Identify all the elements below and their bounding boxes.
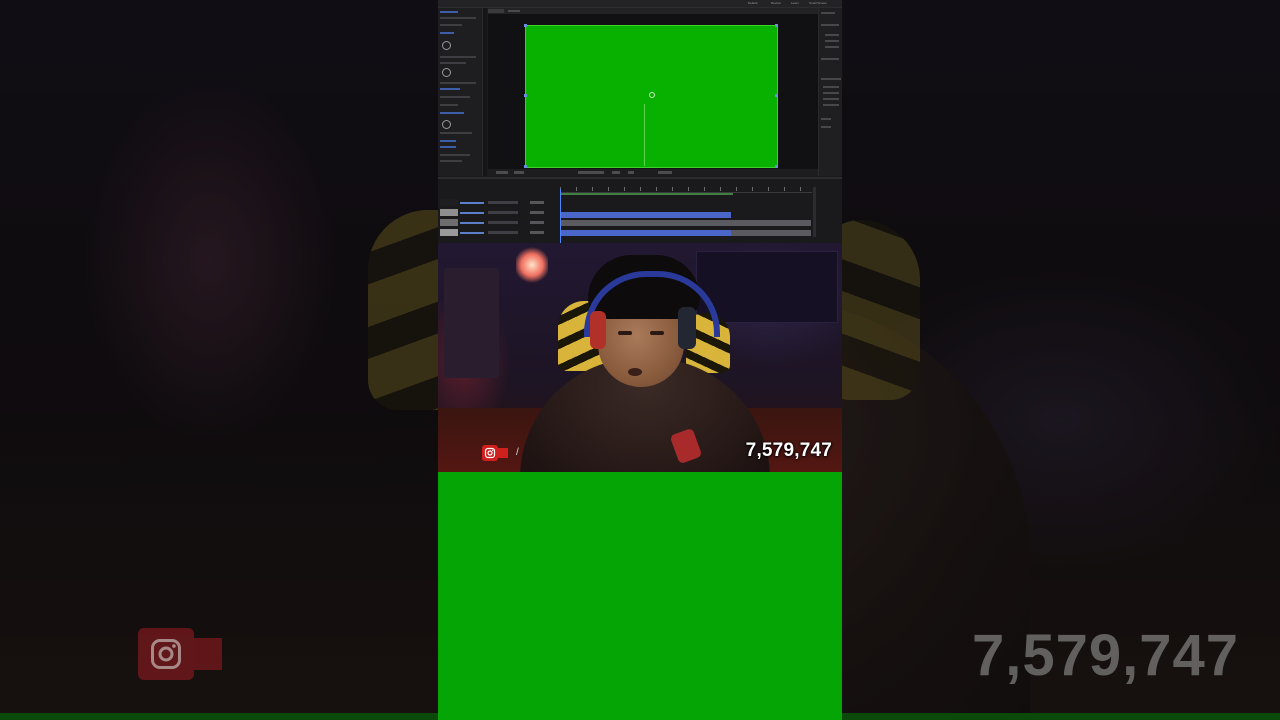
ruler-tick bbox=[608, 187, 609, 191]
room-monitor bbox=[696, 251, 838, 323]
dial-icon bbox=[442, 120, 451, 129]
layer-list[interactable] bbox=[438, 183, 558, 243]
ruler-tick bbox=[720, 187, 721, 191]
bounding-handle[interactable] bbox=[524, 165, 527, 168]
instagram-badge bbox=[482, 445, 498, 461]
handle-slash: / bbox=[516, 447, 519, 458]
composition-viewer[interactable] bbox=[488, 14, 818, 169]
instagram-badge-tail bbox=[498, 448, 508, 458]
layer-bar[interactable] bbox=[731, 230, 811, 236]
properties-panel bbox=[818, 8, 842, 176]
lamp-glow bbox=[516, 247, 548, 283]
layer-bar[interactable] bbox=[561, 212, 731, 218]
background-instagram-icon bbox=[138, 628, 194, 680]
ruler-tick bbox=[640, 187, 641, 191]
green-screen-area bbox=[438, 472, 842, 720]
headset-cup-left bbox=[590, 311, 606, 349]
bounding-handle[interactable] bbox=[775, 24, 778, 27]
layer-row[interactable] bbox=[438, 199, 558, 207]
ruler-tick bbox=[688, 187, 689, 191]
headset-cup-right bbox=[678, 307, 696, 349]
ruler-tick bbox=[736, 187, 737, 191]
layer-bar[interactable] bbox=[561, 220, 811, 226]
instagram-icon bbox=[151, 639, 181, 669]
bounding-handle[interactable] bbox=[775, 94, 778, 97]
bounding-handle[interactable] bbox=[775, 165, 778, 168]
workspace-default: Default bbox=[748, 1, 758, 5]
short-video-frame: Default Review Learn Small Screen / 7,57… bbox=[438, 0, 842, 720]
workspace-learn: Learn bbox=[791, 1, 799, 5]
ruler-tick bbox=[656, 187, 657, 191]
ruler-tick bbox=[624, 187, 625, 191]
instagram-icon bbox=[484, 447, 496, 459]
ruler-tick bbox=[768, 187, 769, 191]
person-mouth bbox=[628, 368, 642, 376]
webcam-feed: / 7,579,747 bbox=[438, 243, 842, 472]
ruler-tick bbox=[576, 187, 577, 191]
ruler-tick bbox=[672, 187, 673, 191]
anchor-point-icon[interactable] bbox=[649, 92, 655, 98]
tab-comp[interactable] bbox=[488, 9, 504, 13]
shelf bbox=[444, 268, 499, 378]
bounding-handle[interactable] bbox=[524, 94, 527, 97]
view-counter: 7,579,747 bbox=[745, 440, 832, 461]
dial-icon bbox=[442, 41, 451, 50]
ruler-tick bbox=[592, 187, 593, 191]
playhead[interactable] bbox=[560, 189, 561, 243]
ruler-tick bbox=[784, 187, 785, 191]
background-view-count: 7,579,747 bbox=[972, 623, 1240, 688]
viewer-controls[interactable] bbox=[488, 169, 818, 176]
layer-row[interactable] bbox=[438, 209, 558, 217]
workspace-review: Review bbox=[771, 1, 781, 5]
layer-row[interactable] bbox=[438, 229, 558, 237]
ruler-tick bbox=[704, 187, 705, 191]
bounding-handle[interactable] bbox=[524, 24, 527, 27]
dial-icon bbox=[442, 68, 451, 77]
background-badge-tail bbox=[194, 638, 222, 670]
effect-controls-panel bbox=[438, 8, 483, 176]
ruler-tick bbox=[752, 187, 753, 191]
layer-row[interactable] bbox=[438, 219, 558, 227]
layer-bar[interactable] bbox=[561, 230, 731, 236]
ruler-tick bbox=[800, 187, 801, 191]
motion-path bbox=[644, 104, 645, 166]
timeline-scrollbar[interactable] bbox=[813, 187, 816, 237]
editor-screen: Default Review Learn Small Screen bbox=[438, 0, 842, 243]
tab-footage[interactable] bbox=[508, 10, 520, 12]
work-area-bar[interactable] bbox=[561, 193, 733, 195]
editor-menubar: Default Review Learn Small Screen bbox=[438, 0, 842, 8]
workspace-small-screen: Small Screen bbox=[809, 1, 827, 5]
green-composition-frame[interactable] bbox=[525, 25, 778, 168]
timeline-panel[interactable] bbox=[438, 177, 842, 243]
tools-strip bbox=[483, 8, 487, 176]
